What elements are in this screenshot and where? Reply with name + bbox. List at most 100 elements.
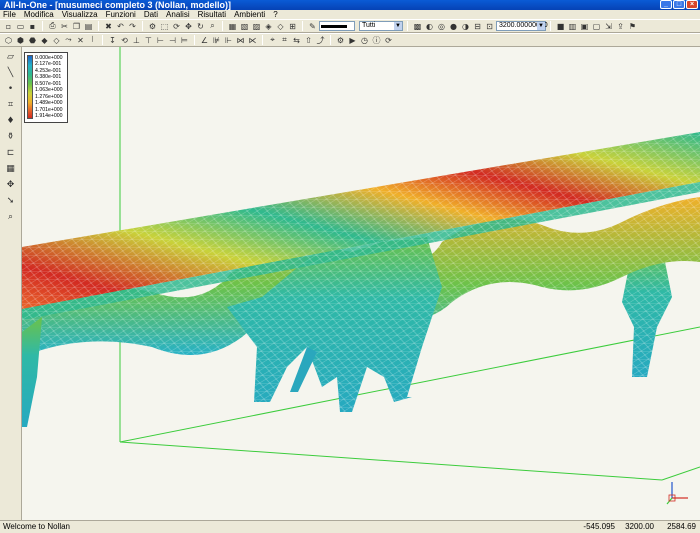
menu-visualizza[interactable]: Visualizza (62, 10, 98, 19)
legend-value: 1.276e+000 (35, 93, 63, 100)
release-icon[interactable]: ⊢ (155, 35, 166, 46)
plane-icon[interactable]: ▱ (4, 51, 18, 63)
move-icon[interactable]: ✥ (183, 21, 194, 32)
ruler-icon[interactable]: ⊏ (4, 147, 18, 159)
paint-icon[interactable]: ♦ (4, 115, 18, 127)
export-icon[interactable]: ⇪ (615, 21, 626, 32)
menu-help[interactable]: ? (273, 10, 277, 19)
join-icon[interactable]: ⋈ (235, 35, 246, 46)
close-button[interactable]: × (686, 0, 698, 9)
menu-dati[interactable]: Dati (144, 10, 158, 19)
frame-icon[interactable]: ▣ (579, 21, 590, 32)
magnifier-icon[interactable]: ⌕ (4, 211, 18, 223)
extrude-icon[interactable]: ⇧ (303, 35, 314, 46)
save-icon[interactable]: ▪ (27, 21, 38, 32)
redo-icon[interactable]: ↷ (127, 21, 138, 32)
history-icon[interactable]: ⟳ (383, 35, 394, 46)
section-cut-icon[interactable]: ⊯ (211, 35, 222, 46)
grid-icon[interactable]: ▩ (412, 21, 423, 32)
constraint-icon[interactable]: ⊣ (167, 35, 178, 46)
stress-legend: 0.000e+000 2.127e-001 4.253e-001 6.380e-… (24, 52, 68, 123)
cut-icon[interactable]: ✂ (59, 21, 70, 32)
view-axes-icon[interactable]: ⊞ (287, 21, 298, 32)
split-icon[interactable]: ⋉ (247, 35, 258, 46)
shrink-icon[interactable]: ⇲ (603, 21, 614, 32)
line-icon[interactable]: ╲ (4, 67, 18, 79)
snap-icon[interactable]: ⌗ (279, 35, 290, 46)
select-icon[interactable]: ⬚ (159, 21, 170, 32)
menu-file[interactable]: File (3, 10, 16, 19)
view-side-icon[interactable]: ▧ (239, 21, 250, 32)
link-icon[interactable]: ⤳ (63, 35, 74, 46)
sweep-icon[interactable]: ⤴ (315, 35, 326, 46)
window-icon[interactable]: ▢ (591, 21, 602, 32)
maximize-button[interactable]: □ (673, 0, 685, 9)
model-viewport[interactable]: 0.000e+000 2.127e-001 4.253e-001 6.380e-… (22, 47, 700, 520)
cut-plane-icon[interactable]: ⊡ (484, 21, 495, 32)
mesh-grid-icon[interactable]: ▦ (4, 163, 18, 175)
pencil-icon[interactable]: ✎ (307, 21, 318, 32)
node-icon[interactable]: ⬡ (3, 35, 14, 46)
secondary-toolbar: ⬡ ⬢ ⬣ ◆ ◇ ⤳ ✕ ⦚ ↧ ⟲ ⊥ ⊤ ⊢ ⊣ ⊨ ∠ ⊯ ⊩ ⋈ ⋉ … (0, 33, 700, 47)
open-file-icon[interactable]: ▭ (15, 21, 26, 32)
zoom-level-select[interactable]: 3200.00000000 ▼ (496, 21, 548, 31)
menu-ambienti[interactable]: Ambienti (234, 10, 265, 19)
wire-icon[interactable]: ◎ (436, 21, 447, 32)
section-icon[interactable]: ⊟ (472, 21, 483, 32)
time-icon[interactable]: ◷ (359, 35, 370, 46)
menu-funzioni[interactable]: Funzioni (106, 10, 136, 19)
view-front-icon[interactable]: ▦ (227, 21, 238, 32)
plate-icon[interactable]: ◆ (39, 35, 50, 46)
hinge-icon[interactable]: ⊤ (143, 35, 154, 46)
menu-analisi[interactable]: Analisi (166, 10, 190, 19)
spring-icon[interactable]: ⦚ (87, 35, 98, 46)
drag-icon[interactable]: ✥ (4, 179, 18, 191)
measure-icon[interactable]: ⌖ (267, 35, 278, 46)
new-file-icon[interactable]: ▫ (3, 21, 14, 32)
settings-icon[interactable]: ⚑ (627, 21, 638, 32)
analysis-icon[interactable]: ⚙ (335, 35, 346, 46)
shade-icon[interactable]: ◑ (460, 21, 471, 32)
beam-icon[interactable]: ◇ (51, 35, 62, 46)
menu-risultati[interactable]: Risultati (198, 10, 226, 19)
view-top-icon[interactable]: ▨ (251, 21, 262, 32)
element-icon[interactable]: ⬣ (27, 35, 38, 46)
stop-icon[interactable]: ■ (555, 21, 566, 32)
info-icon[interactable]: ⓘ (371, 35, 382, 46)
legend-value: 0.000e+000 (35, 55, 63, 61)
print-icon[interactable]: ⎙ (47, 21, 58, 32)
align-icon[interactable]: ⊨ (179, 35, 190, 46)
support-icon[interactable]: ⊥ (131, 35, 142, 46)
menu-modifica[interactable]: Modifica (24, 10, 54, 19)
dim-icon[interactable]: ▥ (567, 21, 578, 32)
angle-icon[interactable]: ∠ (199, 35, 210, 46)
solid-icon[interactable]: ● (448, 21, 459, 32)
view-iso-icon[interactable]: ◈ (263, 21, 274, 32)
paint-bucket-icon[interactable]: ⚱ (4, 131, 18, 143)
refresh-icon[interactable]: ⟳ (171, 21, 182, 32)
mesh-icon[interactable]: ⚙ (147, 21, 158, 32)
offset-icon[interactable]: ⊩ (223, 35, 234, 46)
line-color-picker[interactable] (319, 21, 355, 31)
point-icon[interactable]: • (4, 83, 18, 95)
delete-icon[interactable]: ✖ (103, 21, 114, 32)
undo-icon[interactable]: ↶ (115, 21, 126, 32)
zoom-icon[interactable]: ⌕ (207, 21, 218, 32)
cube-icon[interactable]: ⬢ (15, 35, 26, 46)
coordinates-icon[interactable]: ⌗ (4, 99, 18, 111)
rotate-view-icon[interactable]: ↻ (195, 21, 206, 32)
load-icon[interactable]: ↧ (107, 35, 118, 46)
layer-select[interactable]: Tutti ▼ (359, 21, 403, 31)
moment-icon[interactable]: ⟲ (119, 35, 130, 46)
legend-value: 8.507e-001 (35, 80, 62, 87)
cross-icon[interactable]: ✕ (75, 35, 86, 46)
mirror-icon[interactable]: ⇆ (291, 35, 302, 46)
minimize-button[interactable]: _ (660, 0, 672, 9)
view-persp-icon[interactable]: ◇ (275, 21, 286, 32)
play-icon[interactable]: ▶ (347, 35, 358, 46)
copy-icon[interactable]: ❐ (71, 21, 82, 32)
render-icon[interactable]: ◐ (424, 21, 435, 32)
paste-icon[interactable]: ▤ (83, 21, 94, 32)
status-bar: Welcome to Nollan -545.095 3200.00 2584.… (0, 520, 700, 533)
pointer-icon[interactable]: ➘ (4, 195, 18, 207)
